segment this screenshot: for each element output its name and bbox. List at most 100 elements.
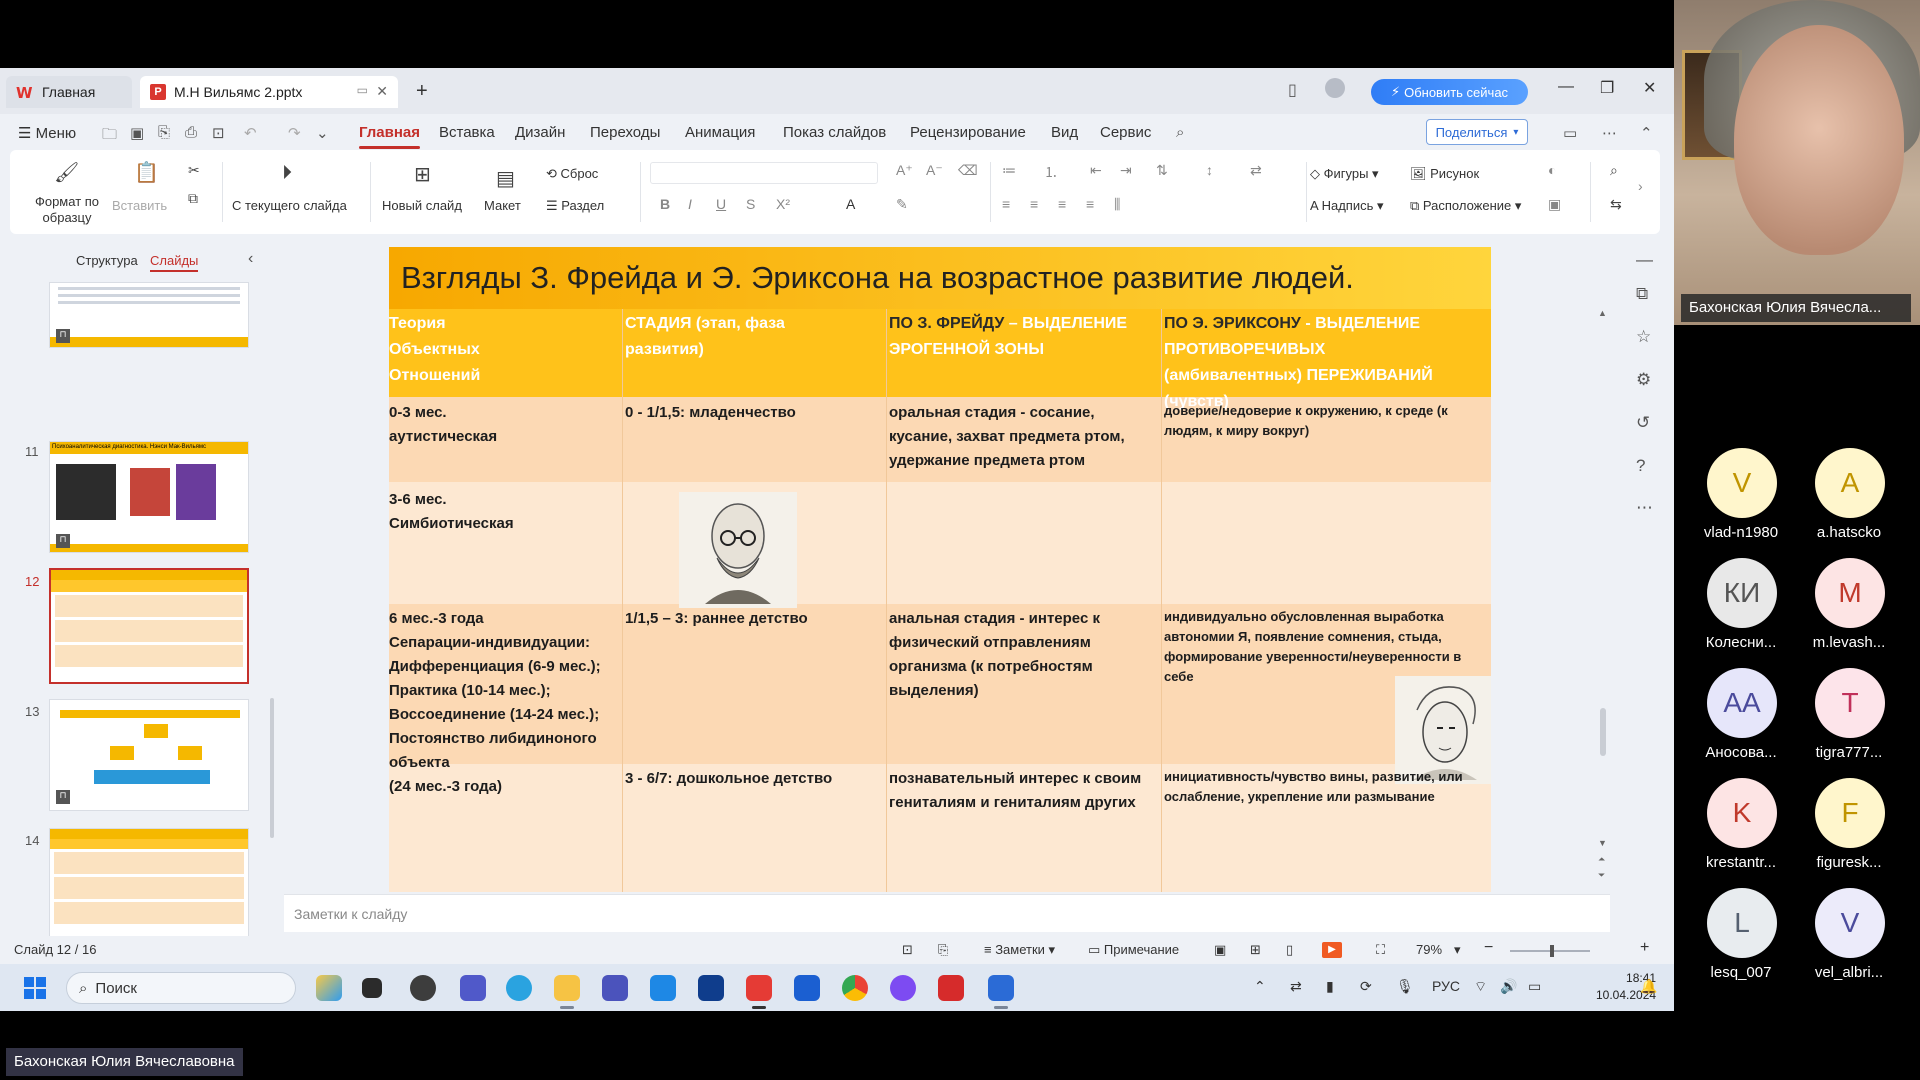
layout-button[interactable]: Макет <box>484 198 521 213</box>
redo-icon[interactable]: ↷ <box>288 124 301 142</box>
from-current-slide-button[interactable]: С текущего слайда <box>232 198 347 213</box>
zoom-out-icon[interactable]: − <box>1484 939 1493 957</box>
restore-icon[interactable]: ❐ <box>1600 78 1614 98</box>
widgets-app-icon[interactable] <box>316 975 342 1001</box>
menu-review[interactable]: Рецензирование <box>910 124 1026 141</box>
zoom-slider-handle[interactable] <box>1550 945 1554 957</box>
superscript-icon[interactable]: X² <box>776 196 790 212</box>
wps-app-icon[interactable] <box>746 975 772 1001</box>
arrange-button[interactable]: ⧉ Расположение ▾ <box>1410 198 1521 214</box>
close-tab-icon[interactable]: ✕ <box>376 83 388 100</box>
panel-scrollbar[interactable] <box>270 698 274 838</box>
search-icon[interactable]: ⌕ <box>1176 124 1184 141</box>
sidebar-settings-icon[interactable]: ⚙ <box>1636 370 1651 390</box>
tray-expand-icon[interactable]: ⌃ <box>1254 978 1266 995</box>
new-slide-icon[interactable]: ⊞ <box>414 162 431 187</box>
highlight-icon[interactable]: ✎ <box>896 196 908 213</box>
sidebar-star-icon[interactable]: ☆ <box>1636 327 1651 347</box>
zoom-dropdown-icon[interactable]: ▾ <box>1454 942 1461 958</box>
slide-thumbnail-11[interactable]: Психоаналитическая диагностика. Нэнси Ма… <box>49 441 249 553</box>
slide-thumbnail-13[interactable]: ⊓ <box>49 699 249 811</box>
layout-icon[interactable]: ▤ <box>496 166 515 191</box>
comment-icon[interactable]: ▭ <box>1563 124 1577 142</box>
tab-outline[interactable]: Структура <box>76 253 138 268</box>
columns-icon[interactable]: ⫼ <box>1114 196 1120 213</box>
participant-tile[interactable]: Llesq_007 <box>1685 888 1797 998</box>
print-icon[interactable]: ⎙ <box>185 124 197 141</box>
bullets-icon[interactable]: ≔ <box>1002 162 1016 179</box>
participant-tile[interactable]: Vvel_albri... <box>1793 888 1905 998</box>
minimize-icon[interactable]: — <box>1558 78 1574 96</box>
tray-app-icon[interactable]: ▮ <box>1326 978 1334 995</box>
telegram-app-icon[interactable] <box>506 975 532 1001</box>
menu-slideshow[interactable]: Показ слайдов <box>783 124 886 141</box>
participant-tile[interactable]: Mm.levash... <box>1793 558 1905 668</box>
windows-start-icon[interactable] <box>24 977 46 999</box>
taskbar-search[interactable]: ⌕ Поиск <box>66 972 296 1004</box>
input-language[interactable]: РУС <box>1432 978 1460 994</box>
slide-thumbnail-12[interactable] <box>49 568 249 684</box>
menu-view[interactable]: Вид <box>1051 124 1078 141</box>
notes-pane[interactable]: Заметки к слайду <box>284 894 1610 932</box>
fill-icon[interactable]: ◐ <box>1548 162 1556 178</box>
sidebar-help-icon[interactable]: ? <box>1636 456 1645 476</box>
participant-tile[interactable]: Aa.hatscko <box>1793 448 1905 558</box>
close-window-icon[interactable]: ✕ <box>1643 78 1656 98</box>
window-layout-icon[interactable]: ▯ <box>1288 80 1297 100</box>
menu-tools[interactable]: Сервис <box>1100 124 1151 141</box>
scroll-down-icon[interactable]: ▼ <box>1598 838 1607 848</box>
task-view-icon[interactable] <box>362 978 382 998</box>
notes-toggle-button[interactable]: ≡ Заметки ▾ <box>984 942 1055 958</box>
new-tab-icon[interactable]: + <box>416 80 428 103</box>
indent-increase-icon[interactable]: ⇥ <box>1120 162 1132 179</box>
font-size-up-icon[interactable]: A⁺ <box>896 162 913 179</box>
prev-slide-icon[interactable]: ⏶ <box>1598 854 1605 865</box>
collapse-panel-icon[interactable]: ‹ <box>248 250 253 268</box>
sidebar-history-icon[interactable]: ↺ <box>1636 413 1650 433</box>
update-now-button[interactable]: ⚡ Обновить сейчас <box>1371 79 1528 105</box>
participant-tile[interactable]: Vvlad-n1980 <box>1685 448 1797 558</box>
textbox-button[interactable]: A Надпись ▾ <box>1310 198 1384 214</box>
format-painter-icon[interactable]: 🖌 <box>54 160 79 185</box>
outline-icon[interactable]: ▣ <box>1548 196 1561 213</box>
new-slide-button[interactable]: Новый слайд <box>382 198 462 213</box>
volume-icon[interactable]: 🔊 <box>1500 978 1517 995</box>
share-button[interactable]: Поделиться ▾ <box>1426 119 1528 145</box>
replace-icon[interactable]: ⇆ <box>1610 196 1622 213</box>
font-size-down-icon[interactable]: A⁻ <box>926 162 943 179</box>
font-color-icon[interactable]: A <box>846 196 855 212</box>
zoom-in-icon[interactable]: + <box>1640 939 1649 957</box>
fit-window-icon[interactable]: ⛶ <box>1376 942 1385 958</box>
next-slide-icon[interactable]: ⏷ <box>1598 870 1605 881</box>
cut-icon[interactable]: ✂ <box>188 162 200 179</box>
microphone-icon[interactable]: 🎙 <box>1396 978 1414 995</box>
open-folder-icon[interactable]: 🗀 <box>102 124 117 149</box>
format-painter-button[interactable]: Формат по образцу <box>30 194 104 226</box>
indent-decrease-icon[interactable]: ⇤ <box>1090 162 1102 179</box>
account-avatar-icon[interactable] <box>1325 78 1345 98</box>
export-icon[interactable]: ⎘ <box>158 124 170 141</box>
participant-tile[interactable]: Kkrestantr... <box>1685 778 1797 888</box>
notifications-icon[interactable]: 🔔 <box>1640 978 1657 995</box>
clear-format-icon[interactable]: ⌫ <box>958 162 978 179</box>
justify-icon[interactable]: ≡ <box>1086 196 1094 212</box>
text-direction-icon[interactable]: ⇅ <box>1156 162 1168 179</box>
menu-button[interactable]: ☰ Меню <box>18 124 76 142</box>
paste-icon[interactable]: 📋 <box>134 160 159 185</box>
slideshow-play-icon[interactable]: ▶ <box>1322 942 1342 958</box>
calculator-app-icon[interactable] <box>650 975 676 1001</box>
zoom-level[interactable]: 79% <box>1416 942 1442 957</box>
status-fit-icon[interactable]: ⊡ <box>902 942 913 958</box>
more-icon[interactable]: ⋯ <box>1602 124 1617 142</box>
find-icon[interactable]: ⌕ <box>1610 162 1618 179</box>
slide-thumbnail-10[interactable]: ⊓ <box>49 282 249 348</box>
underline-icon[interactable]: U <box>716 196 726 212</box>
menu-transitions[interactable]: Переходы <box>590 124 660 141</box>
play-from-current-icon[interactable]: ⏵ <box>282 162 292 185</box>
explorer-app-icon[interactable] <box>554 975 580 1001</box>
whiteboard-app-icon[interactable] <box>698 975 724 1001</box>
copy-icon[interactable]: ⧉ <box>188 190 198 207</box>
reading-view-icon[interactable]: ▯ <box>1286 942 1293 958</box>
paste-button[interactable]: Вставить <box>112 198 167 213</box>
menu-design[interactable]: Дизайн <box>515 124 565 141</box>
